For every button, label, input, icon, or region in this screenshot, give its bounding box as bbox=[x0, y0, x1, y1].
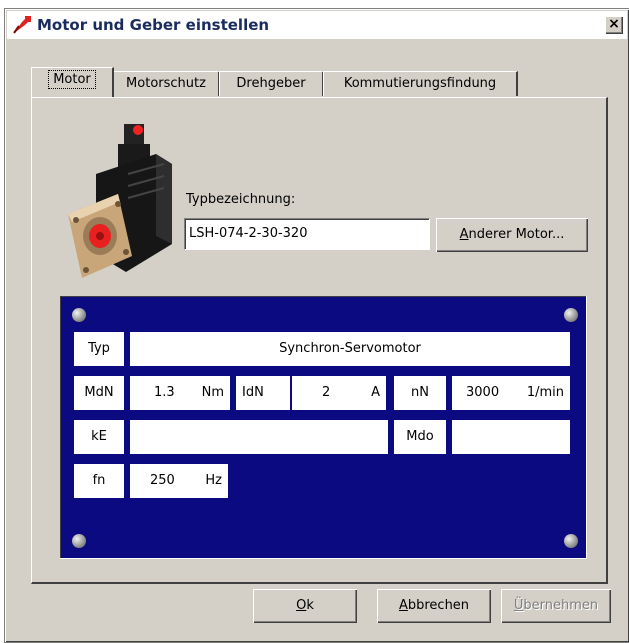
close-icon[interactable]: × bbox=[605, 16, 623, 34]
nn-value: 3000 bbox=[466, 385, 500, 400]
tab-drehgeber[interactable]: Drehgeber bbox=[219, 71, 324, 96]
ok-mnemonic: O bbox=[296, 598, 307, 613]
idn-value: 2 bbox=[322, 385, 331, 400]
apply-label: bernehmen bbox=[523, 598, 599, 613]
mdn-unit: Nm bbox=[201, 385, 224, 400]
cancel-button[interactable]: Abbrechen bbox=[377, 589, 491, 623]
screw-icon bbox=[564, 534, 578, 548]
screw-icon bbox=[72, 308, 86, 322]
fn-value: 250 bbox=[150, 473, 175, 488]
motor-image bbox=[66, 124, 178, 288]
motor-nameplate: Typ Synchron-Servomotor MdN 1.3 Nm IdN 2… bbox=[60, 296, 587, 559]
type-designation-label: Typbezeichnung: bbox=[186, 192, 296, 207]
title-bar[interactable]: Motor und Geber einstellen × bbox=[7, 11, 627, 39]
tab-kommutierungsfindung-label: Kommutierungsfindung bbox=[343, 76, 497, 91]
other-motor-label: nderer Motor... bbox=[468, 227, 565, 242]
tab-panel-motor: Typbezeichnung: LSH-074-2-30-320 Anderer… bbox=[31, 97, 608, 584]
mdn-value: 1.3 bbox=[154, 385, 175, 400]
fn-unit: Hz bbox=[205, 473, 222, 488]
apply-button[interactable]: Übernehmen bbox=[501, 589, 611, 623]
window-title: Motor und Geber einstellen bbox=[37, 16, 270, 34]
fn-label: fn bbox=[74, 464, 124, 498]
cancel-label: bbrechen bbox=[407, 598, 470, 613]
nn-label: nN bbox=[394, 376, 446, 410]
cancel-mnemonic: A bbox=[398, 598, 408, 613]
nn-value-cell: 3000 1/min bbox=[452, 376, 570, 410]
idn-unit: A bbox=[371, 385, 380, 400]
tab-kommutierungsfindung[interactable]: Kommutierungsfindung bbox=[323, 71, 518, 96]
tab-motorschutz[interactable]: Motorschutz bbox=[113, 71, 220, 96]
dialog-window: Motor und Geber einstellen × Motor Motor… bbox=[4, 8, 629, 643]
type-designation-field[interactable]: LSH-074-2-30-320 bbox=[184, 218, 430, 250]
nn-unit: 1/min bbox=[526, 385, 564, 400]
tab-motor[interactable]: Motor bbox=[31, 67, 114, 97]
typ-value: Synchron-Servomotor bbox=[130, 332, 570, 366]
other-motor-button[interactable]: Anderer Motor... bbox=[436, 218, 588, 252]
mdo-label: Mdo bbox=[394, 420, 446, 454]
app-icon bbox=[11, 14, 33, 36]
ke-label: kE bbox=[74, 420, 124, 454]
idn-value-cell: 2 A bbox=[292, 376, 386, 410]
mdn-value-cell: 1.3 Nm bbox=[130, 376, 230, 410]
tab-motorschutz-label: Motorschutz bbox=[126, 76, 206, 91]
ok-label: k bbox=[306, 598, 314, 613]
ok-button[interactable]: Ok bbox=[253, 589, 357, 623]
tab-drehgeber-label: Drehgeber bbox=[236, 76, 306, 91]
idn-label: IdN bbox=[236, 376, 290, 410]
mdo-value bbox=[452, 420, 570, 454]
screw-icon bbox=[564, 308, 578, 322]
apply-mnemonic: Ü bbox=[513, 598, 524, 613]
screw-icon bbox=[72, 534, 86, 548]
typ-label: Typ bbox=[74, 332, 124, 366]
fn-value-cell: 250 Hz bbox=[130, 464, 228, 498]
tab-motor-label: Motor bbox=[48, 70, 96, 89]
other-motor-mnemonic: A bbox=[459, 227, 469, 242]
mdn-label: MdN bbox=[74, 376, 124, 410]
ke-value bbox=[130, 420, 388, 454]
